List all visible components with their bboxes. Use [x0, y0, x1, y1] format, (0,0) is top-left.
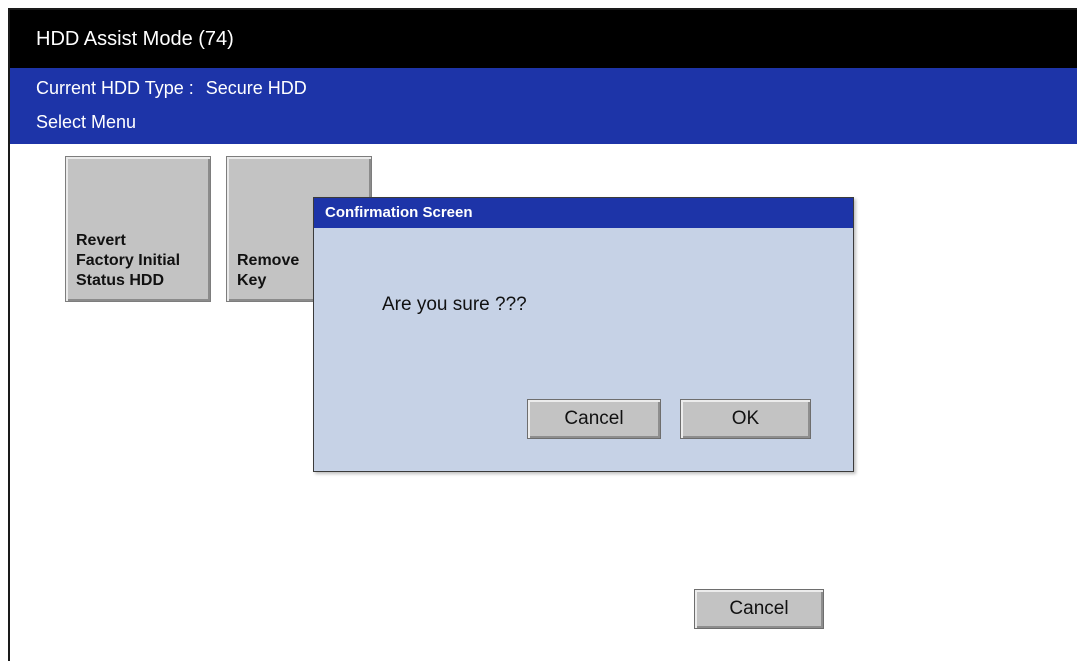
revert-factory-status-label: Revert Factory Initial Status HDD — [76, 232, 181, 289]
select-menu-label: Select Menu — [36, 112, 137, 132]
hdd-assist-screen: HDD Assist Mode (74) Current HDD Type : S… — [8, 8, 1077, 661]
confirmation-dialog: Confirmation Screen Are you sure ??? Can… — [313, 197, 854, 472]
remove-key-label: Remove Key — [237, 252, 300, 289]
revert-factory-status-button[interactable]: Revert Factory Initial Status HDD — [65, 156, 211, 302]
hdd-type-row: Current HDD Type : Secure HDD — [36, 78, 307, 99]
dialog-title: Confirmation Screen — [314, 198, 853, 228]
cancel-button[interactable]: Cancel — [694, 589, 824, 629]
hdd-type-value: Secure HDD — [205, 78, 307, 98]
dialog-ok-button[interactable]: OK — [680, 399, 811, 439]
dialog-message: Are you sure ??? — [382, 294, 527, 315]
info-bar: Current HDD Type : Secure HDD Select Menu — [10, 68, 1077, 144]
window-title: HDD Assist Mode (74) — [10, 10, 1077, 68]
dialog-cancel-button[interactable]: Cancel — [527, 399, 661, 439]
hdd-type-label: Current HDD Type : — [36, 78, 194, 98]
